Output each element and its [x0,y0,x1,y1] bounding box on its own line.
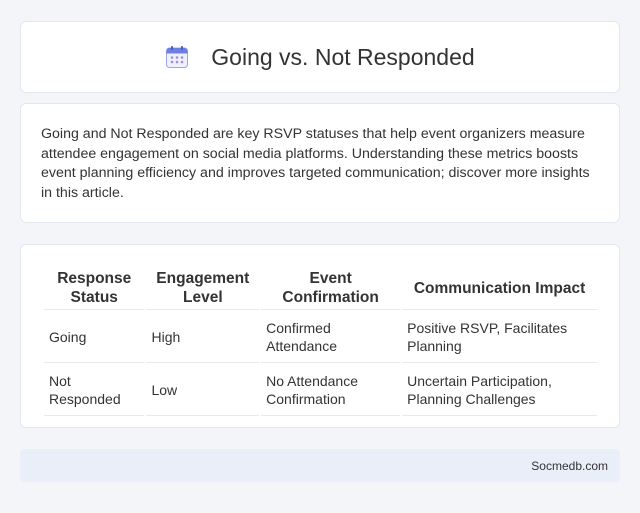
column-header: Engagement Level [146,267,260,310]
column-header: Communication Impact [402,267,597,310]
column-header: Response Status [44,267,145,310]
column-header: Event Confirmation [261,267,401,310]
page-title: Going vs. Not Responded [211,43,475,70]
table-row: Not Responded Low No Attendance Confirma… [44,365,597,416]
comparison-table: Response Status Engagement Level Event C… [42,265,599,418]
title-card: Going vs. Not Responded [20,21,620,93]
comparison-card: Response Status Engagement Level Event C… [20,244,620,428]
table-cell: No Attendance Confirmation [261,365,401,416]
intro-paragraph: Going and Not Responded are key RSVP sta… [41,126,590,201]
table-row: Going High Confirmed Attendance Positive… [44,312,597,363]
table-header-row: Response Status Engagement Level Event C… [44,267,597,310]
table-cell: Uncertain Participation, Planning Challe… [402,365,597,416]
table-cell: Not Responded [44,365,145,416]
table-cell: High [146,312,260,363]
footer: Socmedb.com [20,449,620,482]
table-cell: Confirmed Attendance [261,312,401,363]
table-cell: Low [146,365,260,416]
calendar-icon [165,45,189,69]
intro-card: Going and Not Responded are key RSVP sta… [20,103,620,223]
site-credit: Socmedb.com [531,458,608,473]
table-cell: Positive RSVP, Facilitates Planning [402,312,597,363]
table-cell: Going [44,312,145,363]
